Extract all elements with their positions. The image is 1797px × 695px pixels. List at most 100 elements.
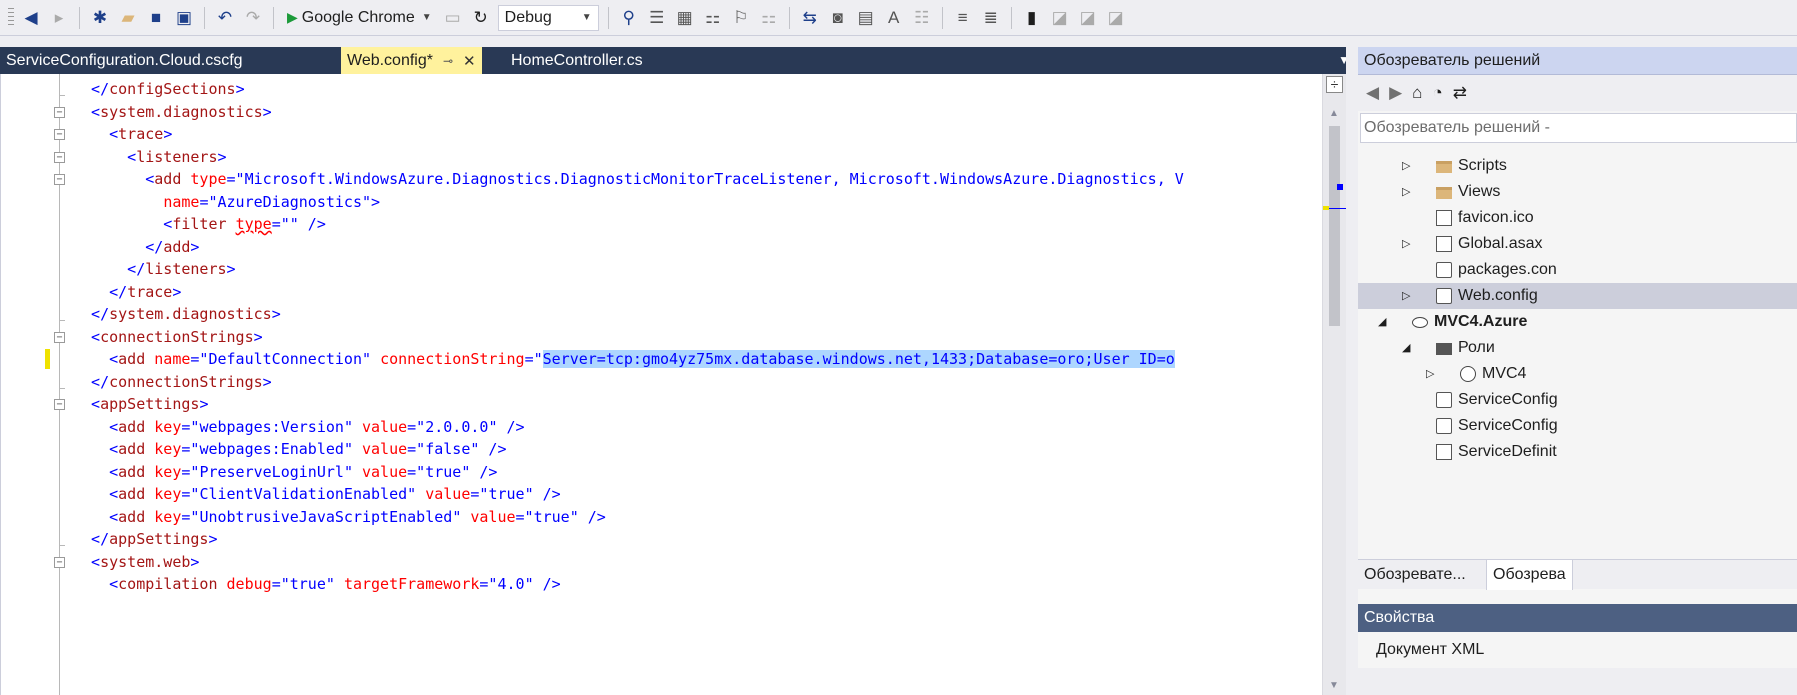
properties-object-select[interactable]: Документ XML	[1358, 632, 1797, 668]
tab-home-controller[interactable]: HomeController.cs	[505, 47, 649, 74]
collapse-icon[interactable]: ◢	[1378, 309, 1386, 335]
hierarchy-icon[interactable]: ⚏	[702, 5, 724, 31]
diagram-icon[interactable]: ⚐	[730, 5, 752, 31]
tree-item[interactable]: ▷ MVC4	[1358, 361, 1797, 387]
save-all-icon[interactable]: ▣	[173, 5, 195, 31]
code-editor[interactable]: − − − − − − − </configSections> <system.diagno…	[0, 74, 1346, 695]
terminal-icon[interactable]: ▤	[855, 5, 877, 31]
browser-link-icon[interactable]: ▭	[442, 5, 464, 31]
comment-icon[interactable]: ≡	[952, 5, 974, 31]
code-text: <trace>	[73, 123, 172, 146]
bookmark-next-icon[interactable]: ◪	[1077, 5, 1099, 31]
history-icon[interactable]: ◔	[1432, 83, 1442, 103]
file-icon	[1436, 236, 1452, 252]
tree-item[interactable]: ▷ Scripts	[1358, 153, 1797, 179]
scroll-up-icon[interactable]: ▲	[1329, 108, 1339, 119]
expand-icon[interactable]: ▷	[1402, 231, 1410, 257]
code-line[interactable]: <add type="Microsoft.WindowsAzure.Diagno…	[1, 168, 1346, 191]
tab-team-explorer[interactable]: Обозрева	[1486, 560, 1573, 590]
code-line[interactable]: <add key="PreserveLoginUrl" value="true"…	[1, 461, 1346, 484]
list-icon[interactable]: ☰	[646, 5, 668, 31]
tab-solution-explorer[interactable]: Обозревате...	[1358, 560, 1472, 590]
tree-item[interactable]: ◢ Роли	[1358, 335, 1797, 361]
code-line[interactable]: </trace>	[1, 281, 1346, 304]
back-icon[interactable]: ◀	[20, 5, 42, 31]
code-line[interactable]: </configSections>	[1, 78, 1346, 101]
solution-search-input[interactable]: Обозреватель решений -	[1360, 113, 1797, 143]
code-text: </trace>	[73, 281, 181, 304]
tree-item[interactable]: ▷ Views	[1358, 179, 1797, 205]
redo-icon[interactable]: ↷	[242, 5, 264, 31]
tree-item[interactable]: ServiceDefinit	[1358, 439, 1797, 465]
code-line[interactable]: <connectionStrings>	[1, 326, 1346, 349]
tree-item[interactable]: ServiceConfig	[1358, 387, 1797, 413]
code-line[interactable]: </listeners>	[1, 258, 1346, 281]
refresh-icon[interactable]: ↻	[470, 5, 492, 31]
code-line[interactable]: <add key="webpages:Enabled" value="false…	[1, 438, 1346, 461]
code-line[interactable]: <trace>	[1, 123, 1346, 146]
start-debug-button[interactable]: ▶ Google Chrome ▼	[283, 9, 436, 27]
tree-item[interactable]: favicon.ico	[1358, 205, 1797, 231]
outdent-icon[interactable]: ☷	[911, 5, 933, 31]
tree-item[interactable]: ▷ Web.config	[1358, 283, 1797, 309]
expand-icon[interactable]: ▷	[1402, 179, 1410, 205]
code-line[interactable]: </appSettings>	[1, 528, 1346, 551]
toolbar-grip[interactable]	[8, 7, 14, 28]
open-icon[interactable]: ▰	[117, 5, 139, 31]
tab-service-configuration[interactable]: ServiceConfiguration.Cloud.cscfg	[0, 47, 249, 74]
collapse-icon[interactable]: ◢	[1402, 335, 1410, 361]
save-icon[interactable]: ■	[145, 5, 167, 31]
undo-icon[interactable]: ↶	[214, 5, 236, 31]
bookmark-clear-icon[interactable]: ◪	[1105, 5, 1127, 31]
code-line[interactable]: <filter type="" />	[1, 213, 1346, 236]
find-icon[interactable]: ⚲	[618, 5, 640, 31]
scrollbar-thumb[interactable]	[1329, 126, 1340, 326]
split-editor-icon[interactable]: ÷	[1326, 76, 1343, 93]
tree-item[interactable]: ◢ MVC4.Azure	[1358, 309, 1797, 335]
code-line[interactable]: </system.diagnostics>	[1, 303, 1346, 326]
bookmark-icon[interactable]: ▮	[1021, 5, 1043, 31]
tab-label: Web.config*	[347, 51, 433, 69]
home-icon[interactable]: ⌂	[1412, 83, 1422, 103]
code-line[interactable]: <compilation debug="true" targetFramewor…	[1, 573, 1346, 596]
attach-icon[interactable]: ◙	[827, 5, 849, 31]
close-icon[interactable]: ✕	[463, 52, 476, 70]
forward-icon[interactable]: ▶	[1389, 83, 1402, 103]
code-line[interactable]: <add key="UnobtrusiveJavaScriptEnabled" …	[1, 506, 1346, 529]
code-line[interactable]: <add key="ClientValidationEnabled" value…	[1, 483, 1346, 506]
code-line[interactable]: <system.diagnostics>	[1, 101, 1346, 124]
sync-icon[interactable]: ⇄	[1453, 83, 1467, 103]
code-line[interactable]: <system.web>	[1, 551, 1346, 574]
tab-web-config[interactable]: Web.config* ⊸ ✕	[341, 47, 482, 74]
layout-icon[interactable]: ▦	[674, 5, 696, 31]
panel-splitter[interactable]	[1346, 36, 1358, 695]
editor-vertical-scrollbar[interactable]: ÷ ▲ ▼	[1322, 74, 1347, 695]
code-line[interactable]: name="AzureDiagnostics">	[1, 191, 1346, 214]
code-line[interactable]: <listeners>	[1, 146, 1346, 169]
code-line[interactable]: </connectionStrings>	[1, 371, 1346, 394]
forward-icon[interactable]: ▸	[48, 5, 70, 31]
expand-icon[interactable]: ▷	[1402, 153, 1410, 179]
code-line[interactable]: <appSettings>	[1, 393, 1346, 416]
code-line[interactable]: </add>	[1, 236, 1346, 259]
bookmark-prev-icon[interactable]: ◪	[1049, 5, 1071, 31]
pin-icon[interactable]: ⊸	[443, 54, 453, 68]
uncomment-icon[interactable]: ≣	[980, 5, 1002, 31]
configuration-select[interactable]: Debug ▼	[497, 4, 599, 31]
tree-item-label: packages.con	[1458, 261, 1557, 278]
code-line[interactable]: <add name="DefaultConnection" connection…	[1, 348, 1346, 371]
tree-item[interactable]: packages.con	[1358, 257, 1797, 283]
expand-icon[interactable]: ▷	[1402, 283, 1410, 309]
network-icon[interactable]: ⚏	[758, 5, 780, 31]
scroll-down-icon[interactable]: ▼	[1329, 680, 1339, 691]
spellcheck-icon[interactable]: A	[883, 5, 905, 31]
back-icon[interactable]: ◀	[1366, 83, 1379, 103]
code-line[interactable]: <add key="webpages:Version" value="2.0.0…	[1, 416, 1346, 439]
expand-icon[interactable]: ▷	[1426, 361, 1434, 387]
tree-item[interactable]: ▷ Global.asax	[1358, 231, 1797, 257]
new-project-icon[interactable]: ✱	[89, 5, 111, 31]
toolbar-separator	[1010, 6, 1012, 29]
tree-item[interactable]: ServiceConfig	[1358, 413, 1797, 439]
tools-icon[interactable]: ⇆	[799, 5, 821, 31]
code-token: UnobtrusiveJavaScriptEnabled	[199, 507, 453, 526]
